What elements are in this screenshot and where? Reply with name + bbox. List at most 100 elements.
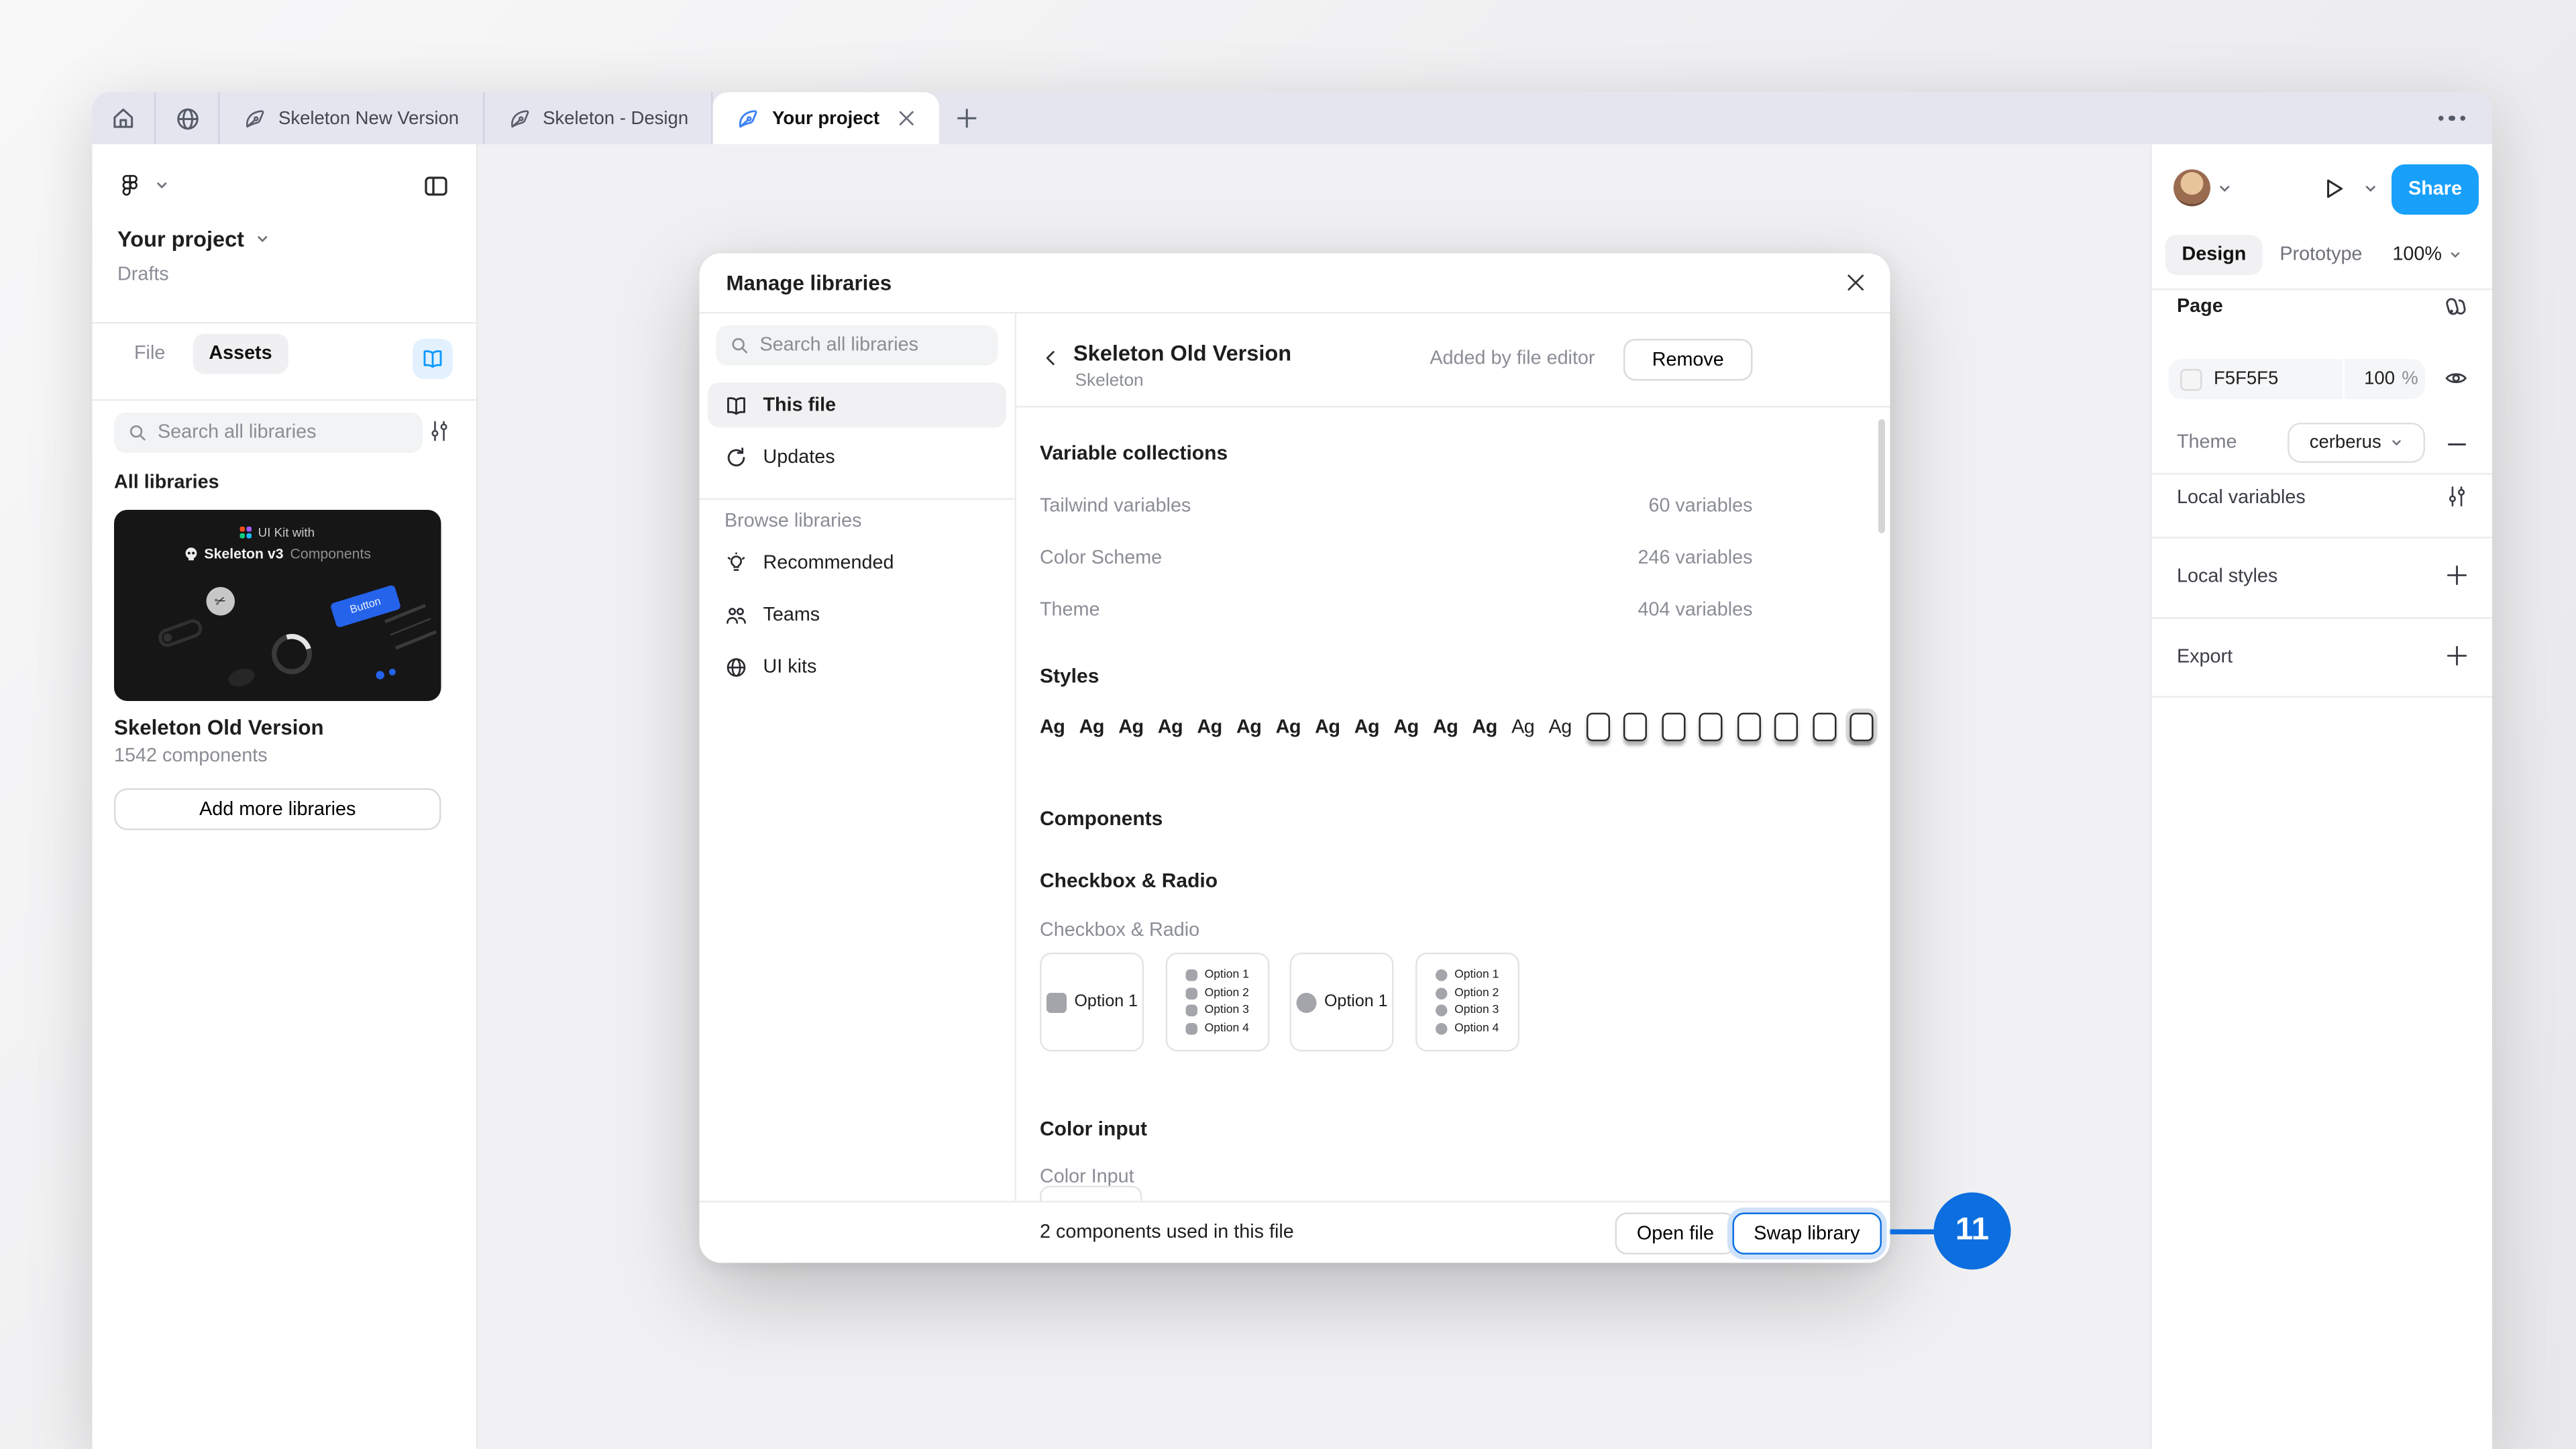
new-tab-button[interactable] [940,93,994,145]
plus-icon[interactable] [2445,564,2469,587]
opacity-field[interactable]: 100 [2345,369,2395,389]
scrollbar[interactable] [1878,419,1885,533]
filter-sliders-icon[interactable] [428,419,451,443]
nav-item-updates[interactable]: Updates [708,435,1006,480]
text-style-preview: Ag [1433,717,1458,737]
effect-style-preview [1661,713,1684,742]
option-label: Option 1 [1074,993,1138,1012]
modal-footer: 2 components used in this file Open file… [700,1201,1890,1263]
effect-style-preview [1586,713,1609,742]
add-more-libraries-button[interactable]: Add more libraries [114,788,441,830]
search-input[interactable] [158,423,409,443]
page-styles-icon[interactable] [2444,294,2469,319]
checkbox-glyph [1186,1005,1198,1017]
libraries-button[interactable] [413,339,453,379]
present-play-button[interactable] [2321,176,2347,202]
collection-row-count: 246 variables [1638,549,1752,569]
sidebar-search[interactable] [114,413,423,453]
color-swatch[interactable] [2180,368,2202,390]
library-card[interactable]: UI Kit with Skeleton v3 Components ✂ But… [114,510,441,767]
window-menu-button[interactable] [2411,93,2492,145]
decor-shape [226,665,257,690]
remove-button[interactable]: Remove [1623,339,1753,381]
users-icon [724,603,748,627]
theme-dropdown[interactable]: cerberus [2288,423,2425,463]
project-title-dropdown[interactable]: Your project [117,227,270,252]
toggle-sidebar-button[interactable] [423,173,449,200]
chevron-down-icon[interactable] [154,178,170,193]
tab-skeleton-new-version[interactable]: Skeleton New Version [220,93,483,145]
share-button[interactable]: Share [2392,164,2479,215]
tab-file[interactable]: File [117,334,182,374]
plus-icon[interactable] [2445,644,2469,667]
divider [2152,473,2493,475]
radio-glyph [1436,1022,1448,1034]
plus-icon [956,107,978,129]
tab-skeleton-design[interactable]: Skeleton - Design [484,93,712,145]
community-button[interactable] [156,93,219,145]
open-file-button[interactable]: Open file [1615,1213,1735,1255]
component-preview-radio[interactable]: Option 1 [1290,953,1394,1052]
chevron-down-icon[interactable] [2363,181,2379,197]
project-location: Drafts [117,265,169,285]
checkbox-glyph [1186,987,1198,1000]
divider [2152,537,2493,539]
minus-icon[interactable] [2445,433,2469,456]
modal-search[interactable] [716,325,998,366]
component-group-title: Checkbox & Radio [1040,869,1218,892]
option-label: Option 3 [1454,1005,1499,1017]
home-button[interactable] [93,93,155,145]
tab-label: Your project [772,108,879,128]
tabbar-spacer [994,93,2411,145]
text-style-preview: Ag [1393,717,1418,737]
tab-prototype[interactable]: Prototype [2263,235,2379,275]
option-label: Option 2 [1454,987,1499,1000]
nav-item-this-file[interactable]: This file [708,382,1006,428]
page-title: Your project [117,227,244,252]
component-preview-checkbox-group[interactable]: Option 1 Option 2 Option 3 Option 4 [1166,953,1270,1052]
effect-style-preview [1623,713,1647,742]
checkbox-glyph [1186,970,1198,982]
page-section-title: Page [2177,297,2223,317]
swap-library-button[interactable]: Swap library [1732,1213,1882,1255]
back-button[interactable] [1040,347,1062,370]
local-variables-label: Local variables [2177,488,2306,508]
modal-title: Manage libraries [727,272,892,295]
component-preview-checkbox[interactable]: Option 1 [1040,953,1144,1052]
toggle-decor [156,616,205,649]
nav-item-ui-kits[interactable]: UI kits [708,644,1006,690]
effect-style-preview [1699,713,1723,742]
library-name: Skeleton Old Version [114,716,441,740]
nav-item-teams[interactable]: Teams [708,592,1006,638]
chevron-down-icon[interactable] [2217,181,2233,197]
modal-search-input[interactable] [760,335,985,356]
zoom-dropdown[interactable]: 100% [2392,245,2462,265]
option-label: Option 1 [1205,970,1249,982]
close-icon[interactable] [1841,268,1870,297]
tab-design[interactable]: Design [2165,235,2263,275]
page-color-row[interactable]: F5F5F5 100 % [2169,359,2426,399]
eye-icon[interactable] [2444,366,2469,391]
color-input-title: Color input [1040,1117,1147,1140]
nav-item-recommended[interactable]: Recommended [708,540,1006,586]
collection-row-count: 60 variables [1648,496,1752,517]
close-tab-button[interactable] [898,109,917,128]
usage-text: 2 components used in this file [1040,1223,1294,1243]
tab-assets[interactable]: Assets [192,334,288,374]
variables-sliders-icon[interactable] [2445,485,2469,508]
nav-label: Teams [763,604,820,625]
radio-glyph [1295,992,1316,1012]
component-group-subtitle: Checkbox & Radio [1040,921,1199,941]
avatar[interactable] [2174,170,2210,207]
text-style-preview: Ag [1549,717,1572,737]
figma-logo-icon[interactable] [117,173,143,199]
text-style-preview: Ag [1472,717,1497,737]
skull-icon [184,546,197,561]
added-by-text: Added by file editor [1430,349,1595,369]
text-style-preview: Ag [1354,717,1379,737]
zoom-level: 100% [2392,245,2442,265]
right-panel: Share Design Prototype 100% Page F5F5F5 … [2150,144,2492,1449]
tab-your-project-active[interactable]: Your project [714,93,940,145]
component-preview-radio-group[interactable]: Option 1 Option 2 Option 3 Option 4 [1415,953,1519,1052]
color-hex-field[interactable]: F5F5F5 [2214,369,2343,389]
